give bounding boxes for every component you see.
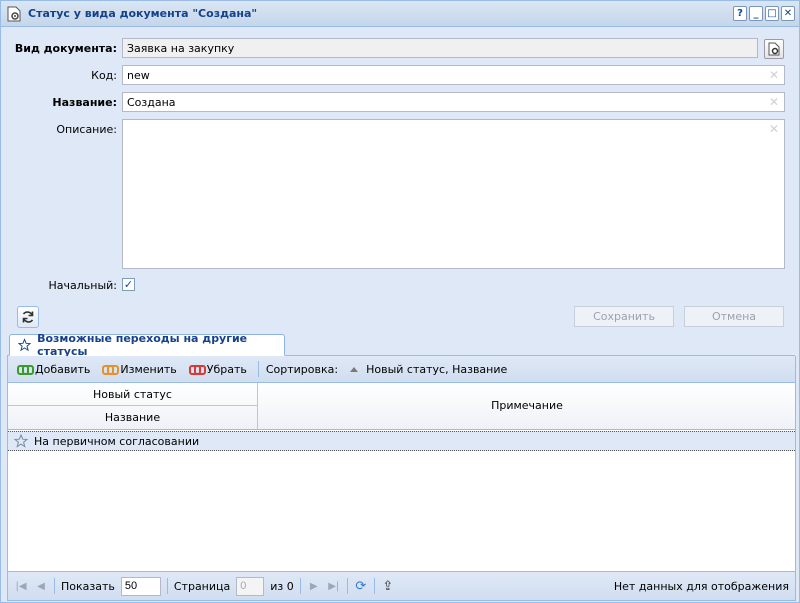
star-icon	[14, 434, 28, 448]
description-label: Описание:	[56, 123, 117, 136]
refresh-icon[interactable]: ⟳	[354, 579, 368, 594]
window-title: Статус у вида документа "Создана"	[28, 7, 258, 20]
initial-checkbox[interactable]: ✓	[122, 278, 135, 291]
name-input[interactable]: Создана ✕	[122, 92, 785, 112]
sort-label: Сортировка:	[265, 362, 339, 376]
tab-transitions[interactable]: Возможные переходы на другие статусы	[9, 332, 285, 358]
name-label: Название:	[52, 96, 117, 109]
save-button[interactable]: Сохранить	[574, 306, 674, 327]
minimize-icon[interactable]: _	[749, 6, 763, 21]
prev-page-icon[interactable]: ◀	[34, 579, 48, 593]
code-input[interactable]: new ✕	[122, 65, 785, 85]
clear-icon[interactable]: ✕	[769, 95, 779, 109]
link-edit-icon	[102, 365, 120, 375]
page-size-input[interactable]	[120, 576, 161, 596]
link-add-icon	[17, 365, 34, 375]
sort-button[interactable]: Новый статус, Название	[342, 361, 511, 378]
row-name: На первичном согласовании	[34, 434, 200, 448]
column-header-note[interactable]: Примечание	[258, 383, 796, 429]
refresh-button[interactable]	[17, 306, 39, 328]
pager-separator	[166, 578, 168, 594]
window-tools: ? _ □ ✕	[733, 6, 795, 21]
tab-label: Возможные переходы на другие статусы	[37, 332, 248, 358]
doc-type-select-button[interactable]	[764, 39, 784, 59]
pager-separator	[54, 578, 55, 594]
doc-type-field[interactable]: Заявка на закупку	[122, 38, 758, 58]
pager-separator	[346, 578, 348, 594]
pager-status: Нет данных для отображения	[613, 579, 789, 593]
close-icon[interactable]: ✕	[781, 6, 795, 21]
help-icon[interactable]: ?	[733, 6, 747, 21]
pager-separator	[299, 578, 301, 594]
clear-icon[interactable]: ✕	[769, 68, 779, 82]
refresh-icon	[22, 311, 34, 323]
document-gear-icon	[7, 6, 21, 22]
dialog-window: Статус у вида документа "Создана" ? _ □ …	[0, 0, 800, 603]
doc-type-value: Заявка на закупку	[127, 42, 235, 55]
initial-label: Начальный:	[48, 279, 118, 292]
code-value: new	[127, 69, 150, 82]
sort-asc-icon	[350, 366, 359, 372]
code-label: Код:	[91, 69, 117, 82]
clear-icon[interactable]: ✕	[769, 122, 779, 136]
cancel-button[interactable]: Отмена	[684, 306, 784, 327]
column-header-name[interactable]: Название	[8, 406, 258, 429]
title-bar[interactable]: Статус у вида документа "Создана" ? _ □ …	[1, 1, 799, 27]
page-label: Страница	[173, 579, 231, 593]
remove-button[interactable]: Убрать	[185, 361, 251, 378]
page-number-input[interactable]	[236, 576, 265, 596]
add-label: Добавить	[35, 362, 91, 376]
page-size-label: Показать	[61, 579, 115, 593]
export-icon[interactable]: ⇪	[381, 579, 395, 594]
doc-type-label: Вид документа:	[14, 42, 117, 55]
document-gear-icon	[768, 42, 780, 56]
maximize-icon[interactable]: □	[765, 6, 779, 21]
edit-label: Изменить	[120, 362, 177, 376]
description-textarea[interactable]: ✕	[122, 119, 785, 269]
paging-toolbar: |◀ ◀ Показать Страница из 0 ▶ ▶| ⟳ ⇪ Нет…	[8, 571, 795, 600]
link-remove-icon	[188, 365, 206, 375]
last-page-icon[interactable]: ▶|	[327, 579, 341, 593]
toolbar-separator	[257, 361, 259, 377]
grid-toolbar: Добавить Изменить Убрать Сортировка: Нов…	[8, 356, 795, 383]
star-icon	[18, 338, 32, 352]
edit-button[interactable]: Изменить	[98, 361, 180, 378]
page-count: из 0	[270, 579, 294, 593]
sort-value: Новый статус, Название	[366, 362, 508, 376]
transitions-grid: Добавить Изменить Убрать Сортировка: Нов…	[7, 356, 796, 601]
next-page-icon[interactable]: ▶	[307, 579, 321, 593]
name-value: Создана	[127, 96, 176, 109]
first-page-icon[interactable]: |◀	[14, 579, 28, 593]
remove-label: Убрать	[206, 362, 247, 376]
grid-header: Новый статус Название Примечание	[8, 383, 795, 430]
tab-strip: Возможные переходы на другие статусы	[7, 332, 795, 358]
group-header-new-status: Новый статус	[8, 383, 258, 406]
add-button[interactable]: Добавить	[13, 361, 94, 378]
pager-separator	[373, 578, 375, 594]
table-row[interactable]: На первичном согласовании	[8, 431, 795, 451]
